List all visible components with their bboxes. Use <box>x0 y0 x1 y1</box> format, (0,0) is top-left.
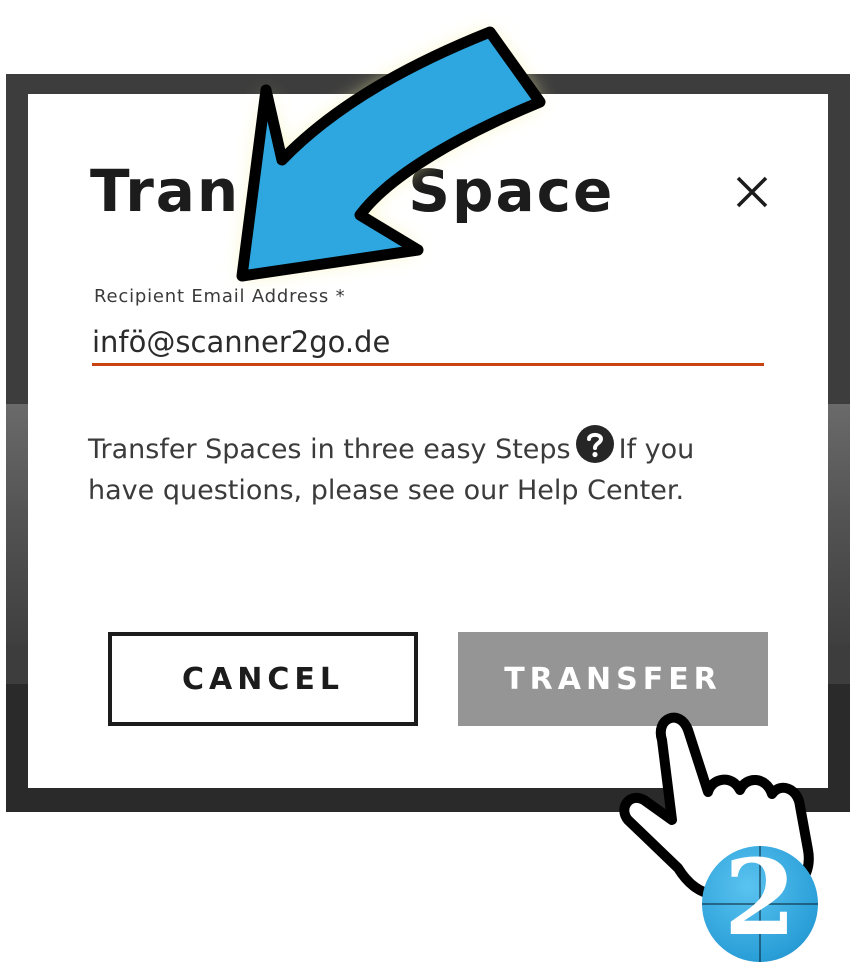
dialog-title-right: Space <box>408 157 615 225</box>
scanner2go-logo: 2 <box>702 846 818 962</box>
dialog-title-left: Tran <box>90 157 241 225</box>
help-text-steps: Transfer Spaces in three easy Steps <box>88 434 571 465</box>
help-text: Transfer Spaces in three easy Steps If yo… <box>88 424 768 511</box>
transfer-button[interactable]: TRANSFER <box>458 632 768 726</box>
dialog-title: Tran Space <box>90 156 614 226</box>
close-icon[interactable] <box>730 170 774 214</box>
transfer-space-dialog: Tran Space Recipient Email Address * Tran… <box>28 94 828 788</box>
recipient-email-input[interactable] <box>92 320 764 366</box>
logo-digit: 2 <box>723 846 797 959</box>
cancel-button[interactable]: CANCEL <box>108 632 418 726</box>
recipient-email-label: Recipient Email Address * <box>94 286 346 307</box>
question-circle-icon[interactable] <box>575 424 615 464</box>
